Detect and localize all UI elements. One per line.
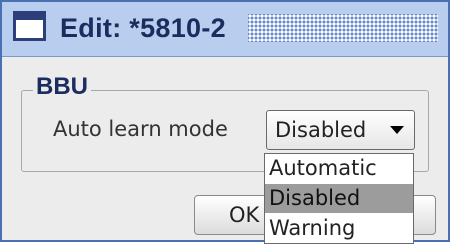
auto-learn-mode-label: Auto learn mode [53, 117, 228, 141]
ok-button-label: OK [229, 203, 260, 227]
dropdown-option-warning[interactable]: Warning [265, 214, 413, 243]
title-bar-grip[interactable] [248, 14, 438, 42]
auto-learn-mode-select[interactable]: Disabled [266, 110, 415, 150]
window-icon [13, 11, 46, 41]
select-value: Disabled [275, 118, 367, 142]
window-title: Edit: *5810-2 [60, 13, 226, 43]
dropdown-list: Automatic Disabled Warning [264, 153, 414, 244]
edit-dialog: Edit: *5810-2 BBU Auto learn mode Disabl… [0, 0, 450, 244]
title-bar[interactable]: Edit: *5810-2 [2, 2, 448, 57]
group-label: BBU [33, 72, 91, 102]
chevron-down-icon [390, 126, 404, 134]
dropdown-option-automatic[interactable]: Automatic [265, 154, 413, 183]
dropdown-option-disabled[interactable]: Disabled [265, 184, 413, 213]
